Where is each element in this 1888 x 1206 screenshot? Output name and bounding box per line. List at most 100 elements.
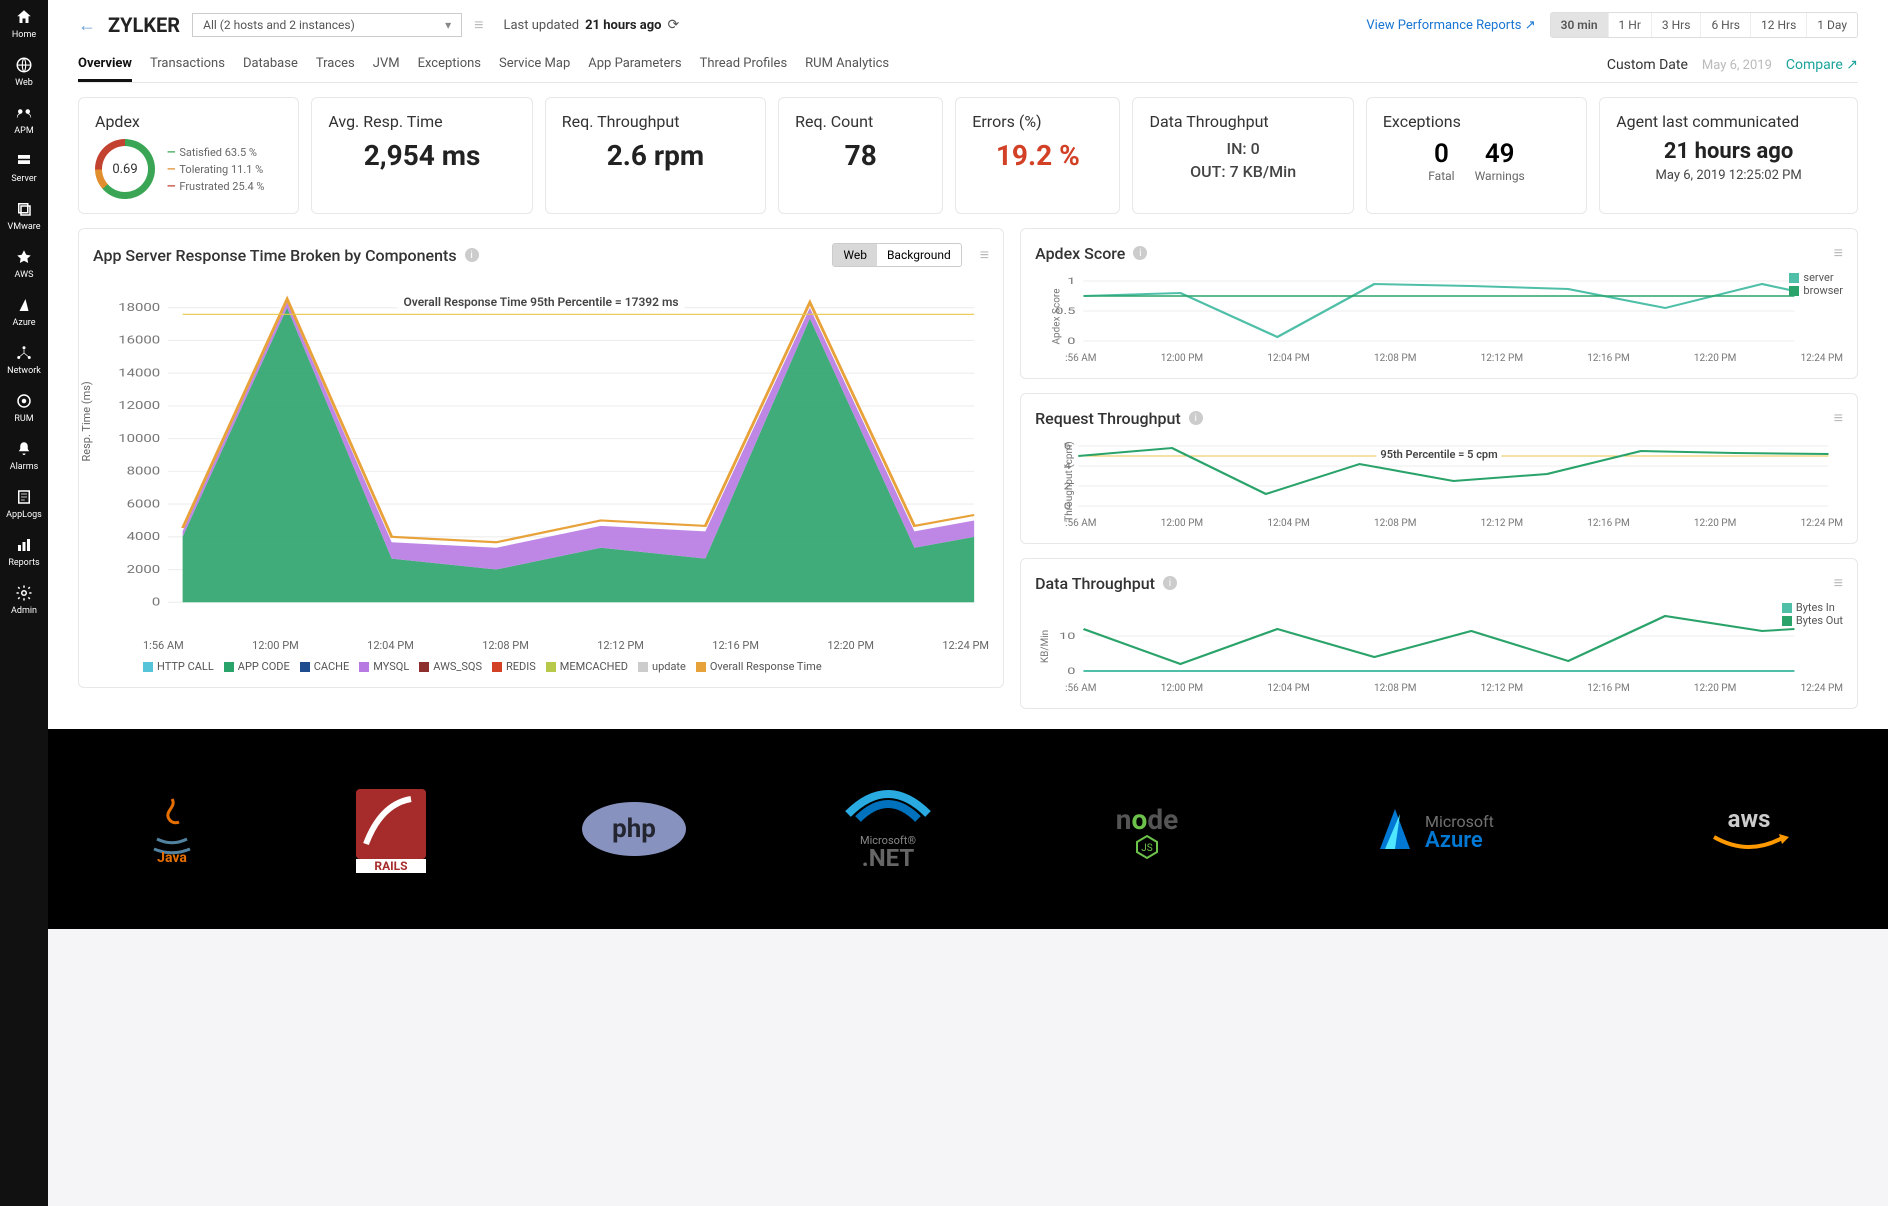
tabs: Overview Transactions Database Traces JV… <box>78 48 889 82</box>
globe-icon <box>15 56 33 74</box>
sidebar-item-alarms[interactable]: Alarms <box>0 432 48 480</box>
custom-date-label: Custom Date <box>1607 57 1688 73</box>
sidebar-item-vmware[interactable]: VMware <box>0 192 48 240</box>
svg-text:node: node <box>1115 803 1177 836</box>
menu-lines-icon[interactable]: ≡ <box>474 15 483 35</box>
logo-java: Java <box>142 794 202 864</box>
sidebar-item-network[interactable]: Network <box>0 336 48 384</box>
network-icon <box>15 344 33 362</box>
apdex-score-chart: Apdex Score server browser 10.50 <box>1035 271 1843 351</box>
kpi-exceptions: Exceptions 0Fatal 49Warnings <box>1366 97 1587 214</box>
toggle-background[interactable]: Background <box>877 244 961 266</box>
info-icon[interactable]: i <box>1163 576 1177 590</box>
refresh-icon[interactable]: ⟳ <box>668 17 680 33</box>
server-icon <box>15 152 33 170</box>
logo-aws: aws <box>1704 802 1794 857</box>
svg-text:14000: 14000 <box>118 367 160 380</box>
sidebar-item-web[interactable]: Web <box>0 48 48 96</box>
toggle-web[interactable]: Web <box>833 244 877 266</box>
svg-text:1: 1 <box>1067 276 1075 286</box>
tab-thread-profiles[interactable]: Thread Profiles <box>700 48 788 82</box>
svg-text:8000: 8000 <box>127 465 161 478</box>
tab-exceptions[interactable]: Exceptions <box>418 48 481 82</box>
footer-logos: Java RAILS php Microsoft®.NET nodeJS Mic… <box>48 729 1888 929</box>
sidebar-item-rum[interactable]: RUM <box>0 384 48 432</box>
request-throughput-chart: Throughput (cpm) 95th Percentile = 5 cpm… <box>1035 436 1843 516</box>
time-range-3hrs[interactable]: 3 Hrs <box>1652 13 1702 37</box>
data-throughput-chart: KB/Min Bytes In Bytes Out 100 <box>1035 601 1843 681</box>
view-reports-link[interactable]: View Performance Reports ↗ <box>1366 18 1535 33</box>
tab-jvm[interactable]: JVM <box>373 48 400 82</box>
kpi-req-count: Req. Count 78 <box>778 97 943 214</box>
svg-text:0: 0 <box>1067 336 1075 346</box>
sidebar-item-server[interactable]: Server <box>0 144 48 192</box>
tab-database[interactable]: Database <box>243 48 298 82</box>
apm-icon <box>15 104 33 122</box>
home-icon <box>15 8 33 26</box>
sidebar-item-apm[interactable]: APM <box>0 96 48 144</box>
panel-data-throughput: Data Throughput i ≡ KB/Min Bytes In Byte… <box>1020 558 1858 709</box>
time-range-1hr[interactable]: 1 Hr <box>1609 13 1652 37</box>
tab-service-map[interactable]: Service Map <box>499 48 570 82</box>
logo-dotnet: Microsoft®.NET <box>838 784 938 874</box>
svg-text:10000: 10000 <box>118 433 160 446</box>
svg-text:php: php <box>613 814 657 844</box>
kpi-errors: Errors (%) 19.2 % <box>955 97 1120 214</box>
panel-menu-icon[interactable]: ≡ <box>1834 243 1843 263</box>
svg-text:.NET: .NET <box>862 844 915 872</box>
sidebar-item-applogs[interactable]: AppLogs <box>0 480 48 528</box>
sidebar-item-home[interactable]: Home <box>0 0 48 48</box>
panel-menu-icon[interactable]: ≡ <box>1834 573 1843 593</box>
custom-date-value[interactable]: May 6, 2019 <box>1702 58 1772 73</box>
info-icon[interactable]: i <box>1133 246 1147 260</box>
sidebar-item-aws[interactable]: AWS <box>0 240 48 288</box>
logo-azure: MicrosoftAzure <box>1355 799 1555 859</box>
main-content: ← ZYLKER All (2 hosts and 2 instances) ≡… <box>48 0 1888 929</box>
azure-icon <box>15 296 33 314</box>
panel-apdex-score: Apdex Score i ≡ Apdex Score server brows… <box>1020 228 1858 379</box>
rum-icon <box>15 392 33 410</box>
svg-text:Java: Java <box>157 850 187 864</box>
compare-link[interactable]: Compare ↗ <box>1786 57 1858 73</box>
time-range-6hrs[interactable]: 6 Hrs <box>1701 13 1751 37</box>
kpi-row: Apdex 0.69 Satisfied 63.5 % Tolerating 1… <box>48 83 1888 228</box>
host-selector[interactable]: All (2 hosts and 2 instances) <box>192 13 462 37</box>
tab-rum-analytics[interactable]: RUM Analytics <box>805 48 889 82</box>
time-range-30min[interactable]: 30 min <box>1551 13 1609 37</box>
kpi-apdex: Apdex 0.69 Satisfied 63.5 % Tolerating 1… <box>78 97 299 214</box>
svg-text:Azure: Azure <box>1425 828 1483 853</box>
app-title: ZYLKER <box>108 13 180 37</box>
info-icon[interactable]: i <box>1189 411 1203 425</box>
tab-traces[interactable]: Traces <box>316 48 355 82</box>
info-icon[interactable]: i <box>465 248 479 262</box>
tab-transactions[interactable]: Transactions <box>150 48 225 82</box>
charts-area: App Server Response Time Broken by Compo… <box>48 228 1888 729</box>
panel-menu-icon[interactable]: ≡ <box>980 245 989 265</box>
logo-node: node JS <box>1087 794 1207 864</box>
reports-icon <box>15 536 33 554</box>
sidebar-item-azure[interactable]: Azure <box>0 288 48 336</box>
kpi-avg-resp: Avg. Resp. Time 2,954 ms <box>311 97 532 214</box>
last-updated: Last updated 21 hours ago ⟳ <box>503 17 679 33</box>
svg-text:JS: JS <box>1141 843 1153 854</box>
kpi-agent: Agent last communicated 21 hours ago May… <box>1599 97 1858 214</box>
svg-text:16000: 16000 <box>118 335 160 348</box>
apdex-gauge: 0.69 <box>95 139 155 199</box>
time-range-1day[interactable]: 1 Day <box>1807 13 1857 37</box>
tab-app-parameters[interactable]: App Parameters <box>588 48 681 82</box>
header: ← ZYLKER All (2 hosts and 2 instances) ≡… <box>48 0 1888 83</box>
data-throughput-legend: Bytes In Bytes Out <box>1782 601 1843 627</box>
svg-text:12000: 12000 <box>118 400 160 413</box>
sidebar-item-reports[interactable]: Reports <box>0 528 48 576</box>
sidebar-item-admin[interactable]: Admin <box>0 576 48 624</box>
panel-menu-icon[interactable]: ≡ <box>1834 408 1843 428</box>
response-time-xticks: 1:56 AM12:00 PM12:04 PM12:08 PM12:12 PM1… <box>93 639 989 652</box>
svg-text:aws: aws <box>1727 805 1770 833</box>
back-icon[interactable]: ← <box>78 15 96 36</box>
vmware-icon <box>15 200 33 218</box>
response-time-chart: Resp. Time (ms) Overall Response Time 95… <box>93 275 989 635</box>
time-range-12hrs[interactable]: 12 Hrs <box>1751 13 1807 37</box>
svg-text:2000: 2000 <box>127 564 161 577</box>
panel-response-time: App Server Response Time Broken by Compo… <box>78 228 1004 688</box>
tab-overview[interactable]: Overview <box>78 48 132 82</box>
